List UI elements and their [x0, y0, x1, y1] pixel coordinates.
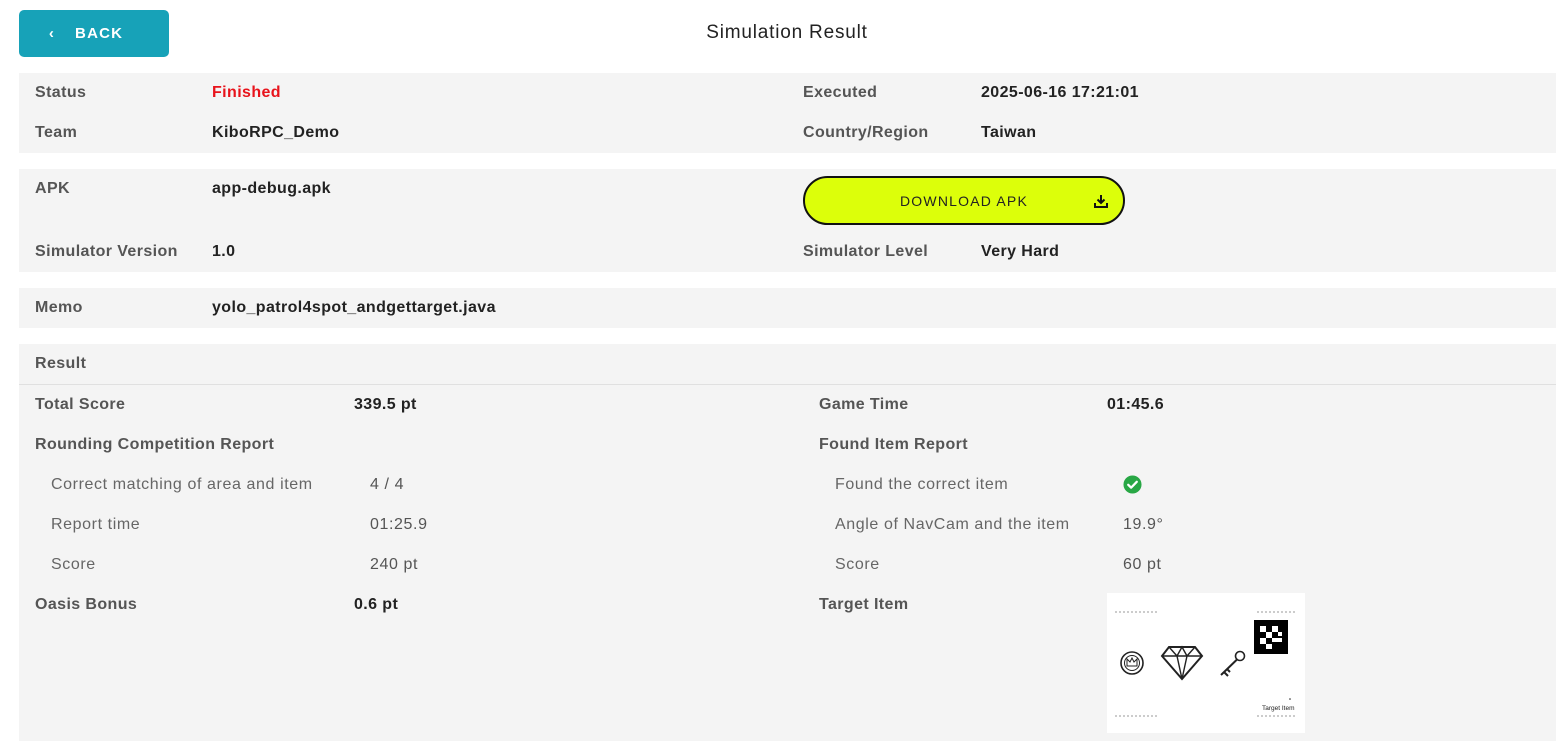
download-icon — [1094, 195, 1108, 208]
found-score-value: 60 pt — [1123, 556, 1162, 573]
key-icon — [1220, 650, 1246, 677]
rounding-score-label: Score — [51, 556, 96, 573]
target-item-label: Target Item — [819, 596, 909, 613]
memo-label: Memo — [35, 299, 83, 316]
apk-label: APK — [35, 180, 70, 197]
download-apk-button[interactable]: DOWNLOAD APK — [803, 176, 1125, 225]
apk-value: app-debug.apk — [212, 180, 331, 197]
total-score-label: Total Score — [35, 396, 126, 413]
found-score-label: Score — [835, 556, 880, 573]
oasis-bonus-label: Oasis Bonus — [35, 596, 138, 613]
memo-value: yolo_patrol4spot_andgettarget.java — [212, 299, 496, 316]
result-heading: Result — [35, 355, 87, 372]
download-apk-label: DOWNLOAD APK — [900, 192, 1028, 209]
simulator-version-label: Simulator Version — [35, 243, 178, 260]
result-divider — [19, 384, 1556, 385]
diamond-icon — [1160, 645, 1204, 681]
found-correct-label: Found the correct item — [835, 476, 1009, 493]
qr-marker-icon — [1254, 620, 1288, 654]
executed-label: Executed — [803, 84, 878, 101]
oasis-bonus-value: 0.6 pt — [354, 596, 399, 613]
summary-panel: Status Finished Executed 2025-06-16 17:2… — [19, 73, 1556, 153]
result-panel: Result Total Score 339.5 pt Game Time 01… — [19, 344, 1556, 741]
angle-value: 19.9° — [1123, 516, 1164, 533]
rounding-score-value: 240 pt — [370, 556, 419, 573]
country-value: Taiwan — [981, 124, 1037, 141]
target-item-image: Target Item — [1107, 593, 1305, 733]
total-score-value: 339.5 pt — [354, 396, 417, 413]
memo-panel: Memo yolo_patrol4spot_andgettarget.java — [19, 288, 1556, 328]
game-time-value: 01:45.6 — [1107, 396, 1165, 413]
report-time-label: Report time — [51, 516, 141, 533]
matching-value: 4 / 4 — [370, 476, 405, 493]
matching-label: Correct matching of area and item — [51, 476, 313, 493]
page-title: Simulation Result — [706, 22, 868, 43]
game-time-label: Game Time — [819, 396, 909, 413]
simulator-level-label: Simulator Level — [803, 243, 929, 260]
executed-value: 2025-06-16 17:21:01 — [981, 84, 1139, 101]
report-time-value: 01:25.9 — [370, 516, 428, 533]
target-item-graphic: Target Item — [1115, 611, 1297, 717]
target-item-caption: Target Item — [1262, 705, 1295, 712]
apk-panel: APK app-debug.apk DOWNLOAD APK Simulator… — [19, 169, 1556, 272]
status-label: Status — [35, 84, 87, 101]
team-label: Team — [35, 124, 78, 141]
crown-coin-icon — [1120, 651, 1144, 675]
angle-label: Angle of NavCam and the item — [835, 516, 1070, 533]
simulator-level-value: Very Hard — [981, 243, 1060, 260]
team-value: KiboRPC_Demo — [212, 124, 340, 141]
simulator-version-value: 1.0 — [212, 243, 236, 260]
found-item-report-heading: Found Item Report — [819, 436, 969, 453]
status-value: Finished — [212, 84, 281, 101]
check-circle-icon — [1123, 475, 1142, 494]
rounding-report-heading: Rounding Competition Report — [35, 436, 275, 453]
country-label: Country/Region — [803, 124, 929, 141]
